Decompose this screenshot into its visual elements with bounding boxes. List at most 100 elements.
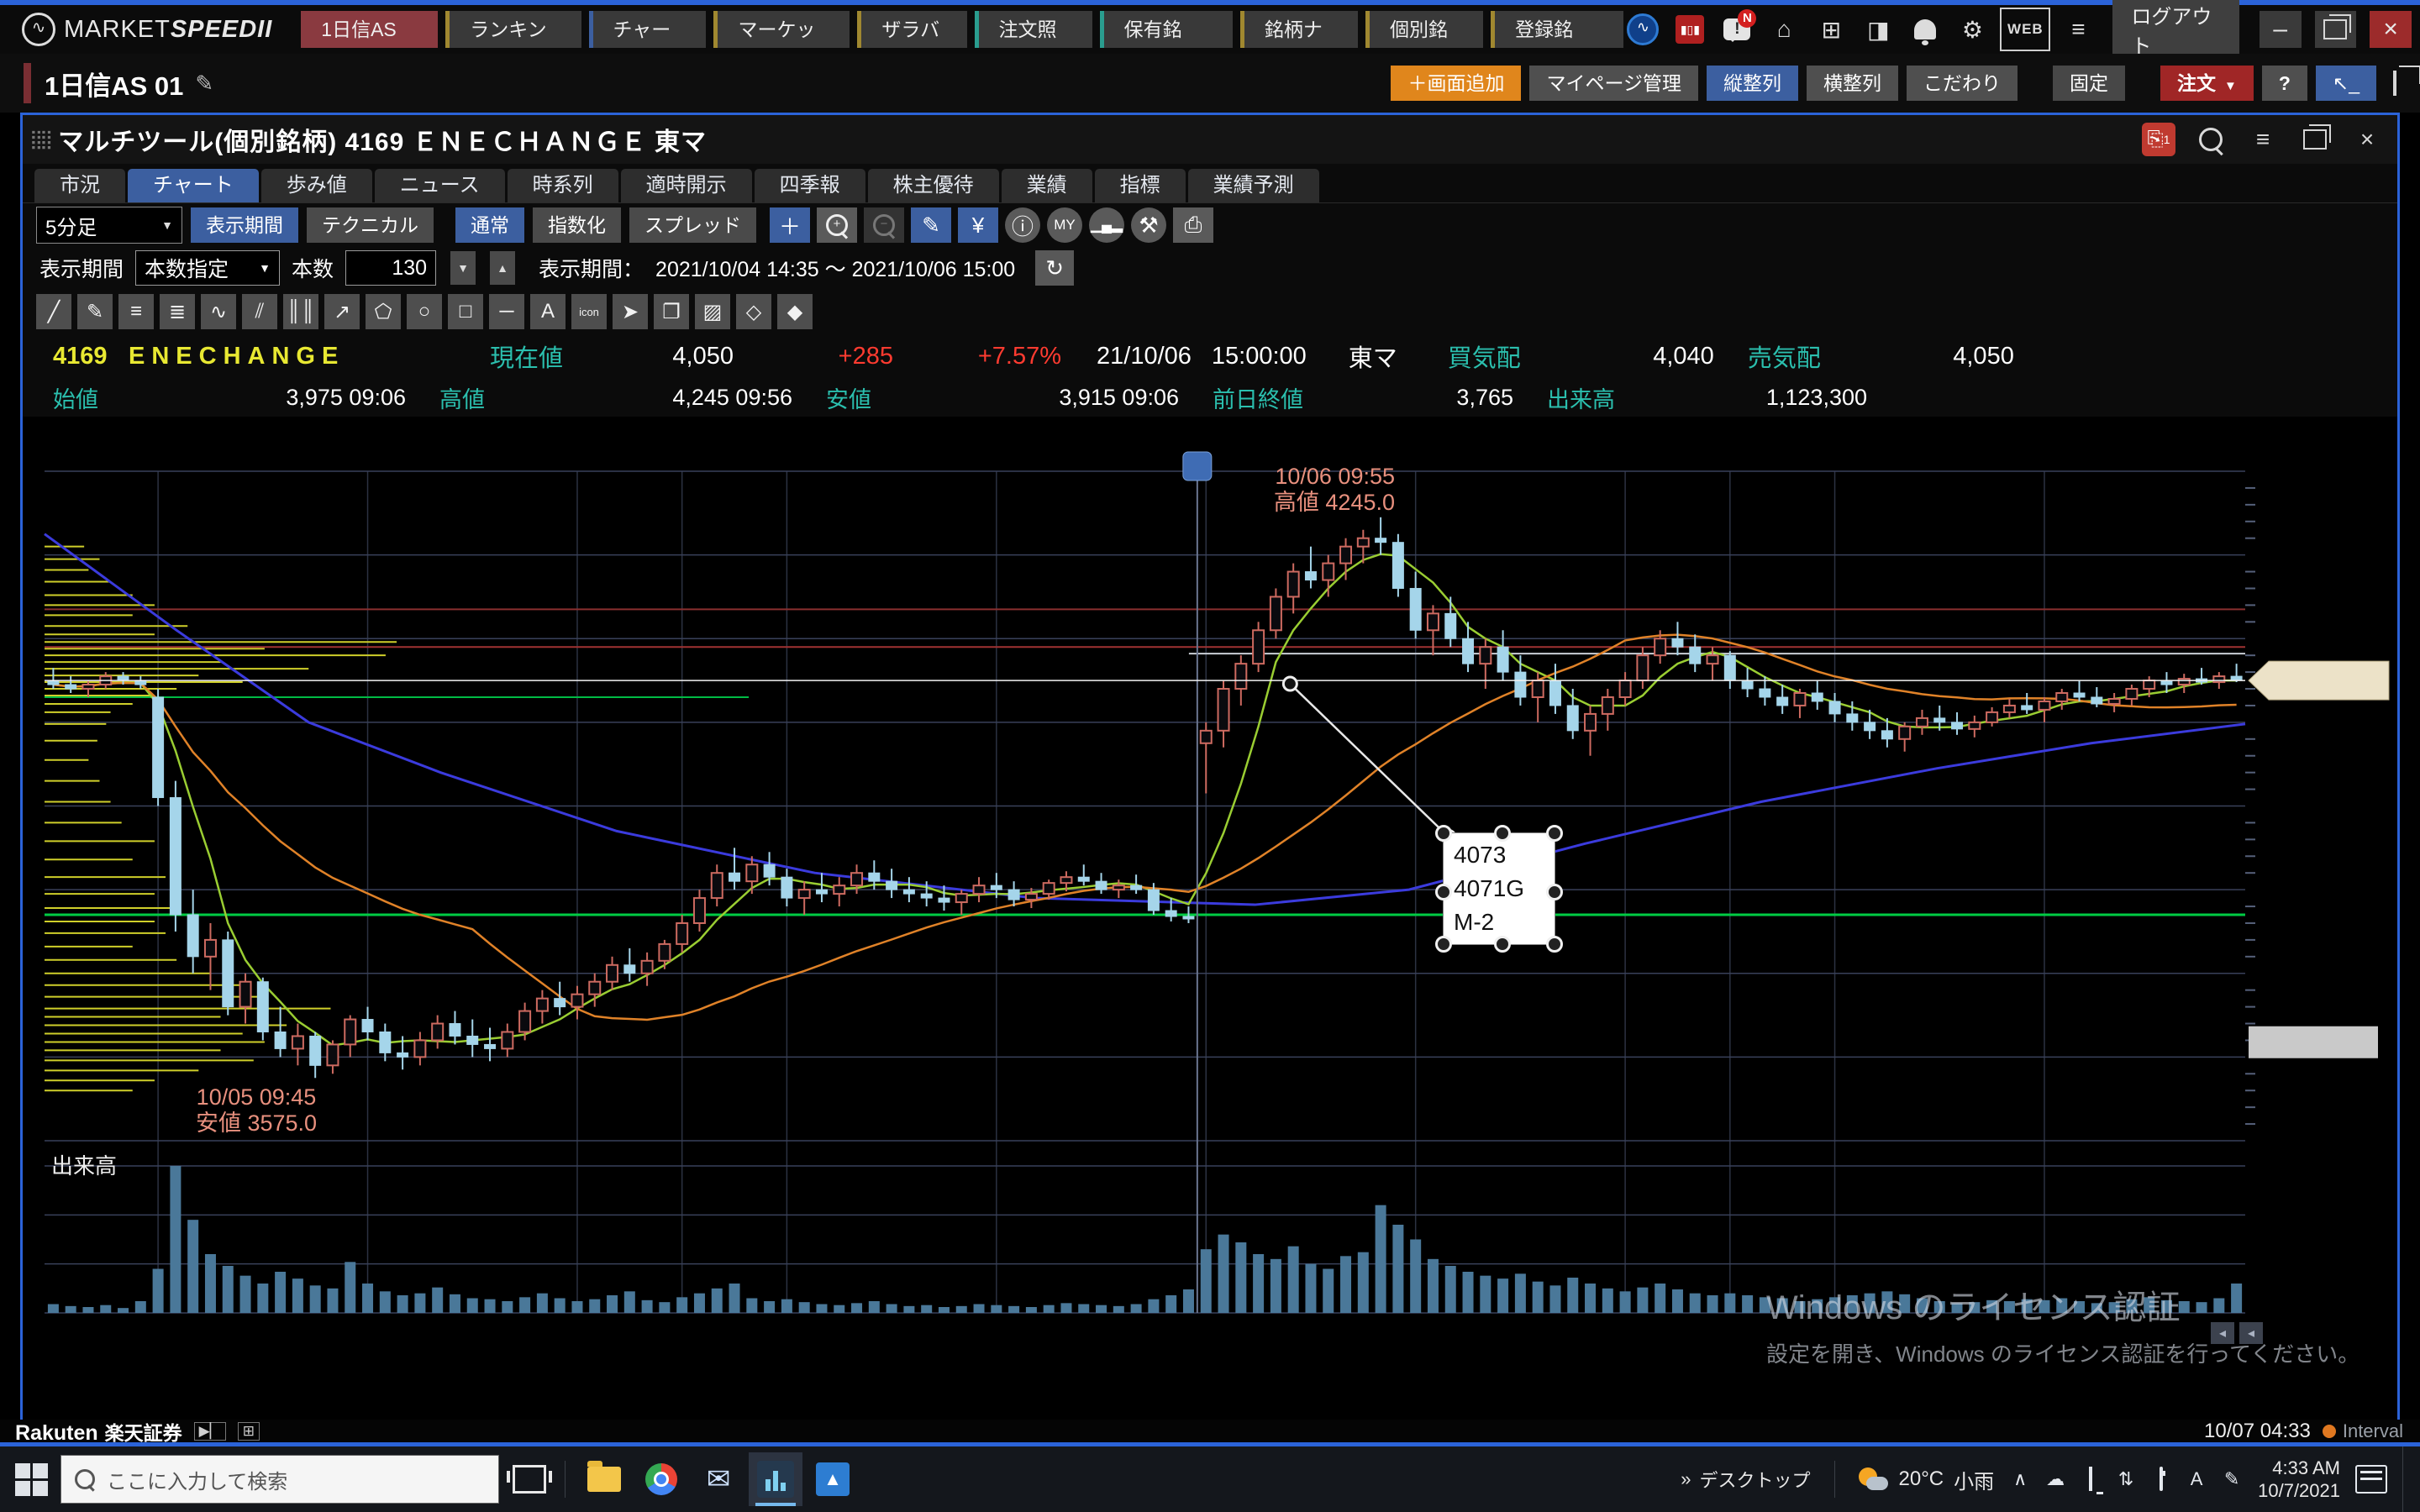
trend-line-tool-button[interactable]: ↗: [324, 294, 360, 329]
print-button[interactable]: ⎙: [1173, 207, 1213, 243]
circle-tool-button[interactable]: ○: [407, 294, 442, 329]
chart-red-icon[interactable]: ▮▯▮: [1670, 11, 1709, 48]
dock-panel-icon[interactable]: ◨: [1859, 11, 1897, 48]
show-desktop-button[interactable]: [2402, 1446, 2410, 1512]
task-view-button[interactable]: [502, 1452, 556, 1506]
technical-button[interactable]: テクニカル: [307, 207, 434, 243]
pointer-button[interactable]: ↖_: [2316, 66, 2376, 101]
add-window-icon[interactable]: ⊞: [1812, 11, 1850, 48]
window-menu-icon[interactable]: ≡: [2246, 123, 2280, 156]
bars-decrement-button[interactable]: ▼: [450, 251, 476, 285]
mail-app-icon[interactable]: ✉: [692, 1452, 745, 1506]
price-lines-tool-button[interactable]: ≣: [160, 294, 195, 329]
pin-button[interactable]: 固定: [2053, 66, 2125, 101]
photos-app-icon[interactable]: ▲: [806, 1452, 860, 1506]
pen-icon[interactable]: ✎: [2221, 1468, 2243, 1490]
tab-チャート[interactable]: チャート: [128, 169, 259, 202]
drawing-value-tooltip[interactable]: 4073 4071G M-2: [1443, 832, 1555, 945]
reload-button[interactable]: ↻: [1035, 250, 1074, 286]
tab-株主優待[interactable]: 株主優待: [868, 169, 999, 202]
hidden-icons-icon[interactable]: ∧: [2009, 1468, 2031, 1490]
close-button[interactable]: ×: [2370, 11, 2412, 48]
horizontal-align-button[interactable]: 横整列: [1807, 66, 1898, 101]
parallel-lines-tool-button[interactable]: ⫽: [242, 294, 277, 329]
text-tool-button[interactable]: A: [530, 294, 566, 329]
indexed-button[interactable]: 指数化: [533, 207, 621, 243]
info-button[interactable]: ⓘ: [1005, 207, 1040, 243]
drag-grip-icon[interactable]: ⣿⣿: [29, 129, 50, 150]
tab-四季報[interactable]: 四季報: [755, 169, 865, 202]
restore-button[interactable]: [2315, 11, 2357, 48]
icon-stamp-tool-button[interactable]: icon: [571, 294, 607, 329]
app-tab-holdings[interactable]: 保有銘柄...: [1100, 11, 1233, 48]
network-icon[interactable]: ⇅: [2115, 1468, 2137, 1490]
zoom-in-button[interactable]: +: [817, 207, 857, 243]
tab-歩み値[interactable]: 歩み値: [261, 169, 372, 202]
tab-ニュース[interactable]: ニュース: [375, 169, 505, 202]
settings-gears-icon[interactable]: ⚙: [1953, 11, 1991, 48]
eraser-tool-button[interactable]: ◇: [736, 294, 771, 329]
app-tab-workspace[interactable]: 1日信AS 01: [301, 11, 438, 48]
h-lines-tool-button[interactable]: ≡: [118, 294, 154, 329]
rectangle-tool-button[interactable]: □: [448, 294, 483, 329]
bell-icon[interactable]: [1906, 11, 1944, 48]
timeframe-select[interactable]: 5分足▼: [36, 207, 182, 244]
weather-widget[interactable]: 20°C小雨: [1859, 1465, 1995, 1494]
app-tab-chart[interactable]: チャート: [589, 11, 707, 48]
my-candle-button[interactable]: MY: [1047, 207, 1082, 243]
polygon-tool-button[interactable]: ⬠: [366, 294, 401, 329]
app-tab-order-inquiry[interactable]: 注文照会: [975, 11, 1092, 48]
chart-scroll-left2-button[interactable]: ◂: [2239, 1322, 2263, 1344]
spread-button[interactable]: スプレッド: [629, 207, 756, 243]
app-tab-stock-navi[interactable]: 銘柄ナビ: [1240, 11, 1358, 48]
normal-button[interactable]: 通常: [455, 207, 524, 243]
zoom-out-button[interactable]: −: [864, 207, 904, 243]
wrench-settings-button[interactable]: ⚒: [1131, 207, 1166, 243]
bars-mode-select[interactable]: 本数指定▼: [135, 250, 280, 286]
monitor-icon[interactable]: [2080, 1468, 2102, 1490]
help-button[interactable]: ?: [2262, 66, 2307, 101]
restore-window-icon[interactable]: [2298, 123, 2332, 156]
chart-area[interactable]: 出来高 10/06 09:55高値 4245.0 10/05 09:45安値 3…: [23, 417, 2397, 1420]
edit-workspace-icon[interactable]: ✎: [195, 71, 213, 97]
line-tool-button[interactable]: ╱: [36, 294, 71, 329]
pattern-tool-button[interactable]: ▨: [695, 294, 730, 329]
app-tab-zaraba7[interactable]: ザラバ7: [857, 11, 966, 48]
cloud-icon[interactable]: ☁: [2044, 1468, 2066, 1490]
web-icon[interactable]: WEB: [2000, 8, 2050, 51]
app-tab-ranking[interactable]: ランキング: [445, 11, 581, 48]
minimize-button[interactable]: –: [2260, 11, 2302, 48]
pencil-tool-button[interactable]: ✎: [77, 294, 113, 329]
bars-increment-button[interactable]: ▲: [490, 251, 515, 285]
file-explorer-icon[interactable]: [577, 1452, 631, 1506]
app-tab-registered-stocks[interactable]: 登録銘柄...: [1491, 11, 1623, 48]
area-chart-button[interactable]: ▁▄▂: [1089, 207, 1124, 243]
tab-適時開示[interactable]: 適時開示: [621, 169, 752, 202]
draw-pencil-button[interactable]: ✎: [911, 207, 951, 243]
vertical-lines-tool-button[interactable]: ║║: [283, 294, 318, 329]
marketspeed-app-icon[interactable]: [749, 1452, 802, 1506]
menu-icon[interactable]: ≡: [2059, 11, 2097, 48]
desktop-toolbar[interactable]: » デスクトップ: [1681, 1466, 1810, 1493]
chart-scroll-left-button[interactable]: ◂: [2211, 1322, 2234, 1344]
restore-layout-button[interactable]: [2385, 66, 2405, 101]
tab-業績[interactable]: 業績: [1002, 169, 1092, 202]
footer-grid-icon[interactable]: ⊞: [238, 1422, 260, 1441]
crosshair-button[interactable]: ＋: [770, 207, 810, 243]
battery-icon[interactable]: [2150, 1468, 2172, 1490]
copy-tool-button[interactable]: ❐: [654, 294, 689, 329]
home-icon[interactable]: ⌂: [1765, 11, 1803, 48]
alert-bubble-icon[interactable]: !N: [1718, 11, 1756, 48]
link-group-icon[interactable]: ⎘1: [2142, 123, 2175, 156]
notification-center-icon[interactable]: [2355, 1465, 2387, 1494]
tab-市況[interactable]: 市況: [34, 169, 125, 202]
display-period-button[interactable]: 表示期間: [191, 207, 298, 243]
kodawari-button[interactable]: こだわり: [1907, 66, 2018, 101]
tab-業績予測[interactable]: 業績予測: [1188, 169, 1319, 202]
add-screen-button[interactable]: ＋画面追加: [1391, 66, 1521, 101]
bars-count-input[interactable]: 130: [345, 250, 436, 286]
arrow-tool-button[interactable]: ➤: [613, 294, 648, 329]
wave-tool-button[interactable]: ∿: [201, 294, 236, 329]
taskbar-search[interactable]: ここに入力して検索: [60, 1455, 499, 1504]
yen-scale-button[interactable]: ¥: [958, 207, 998, 243]
